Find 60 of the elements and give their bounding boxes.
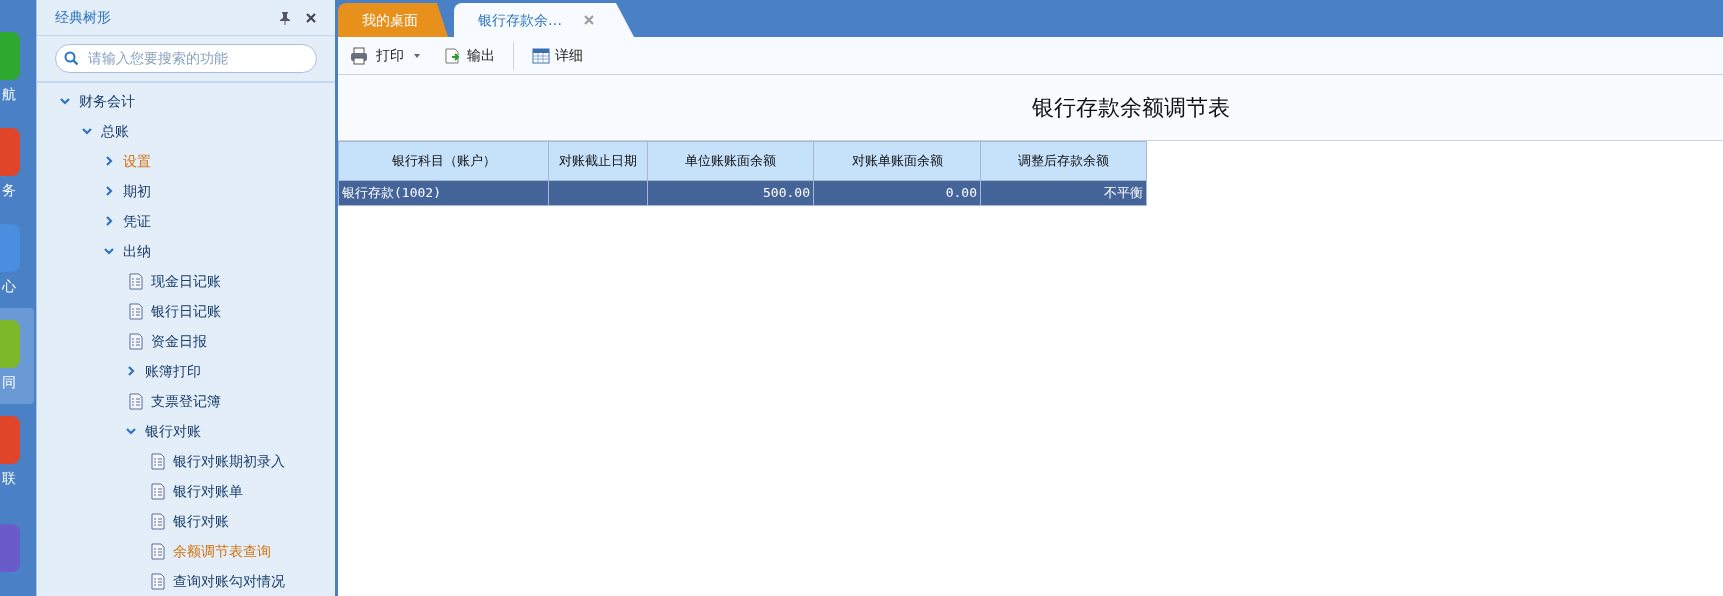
chevron-right-icon[interactable] bbox=[103, 155, 115, 167]
document-icon bbox=[151, 512, 165, 530]
chevron-down-icon[interactable] bbox=[81, 125, 93, 137]
tree-item[interactable]: 现金日记账 bbox=[37, 266, 335, 296]
table-cell: 0.00 bbox=[813, 180, 981, 206]
tree-item[interactable]: 期初 bbox=[37, 176, 335, 206]
document-icon bbox=[151, 542, 165, 560]
search-icon bbox=[64, 51, 79, 67]
report-title: 银行存款余额调节表 bbox=[1031, 94, 1230, 122]
table-icon bbox=[532, 46, 550, 65]
table-cell: 500.00 bbox=[647, 180, 814, 206]
chevron-right-icon[interactable] bbox=[103, 215, 115, 227]
tree-item[interactable]: 银行对账 bbox=[37, 506, 335, 536]
toolbar-button[interactable]: 打印 bbox=[346, 43, 426, 68]
chevron-down-icon[interactable] bbox=[59, 95, 71, 107]
table-cell: 不平衡 bbox=[980, 180, 1147, 206]
caret-icon bbox=[412, 52, 422, 59]
app-button[interactable]: 务 bbox=[0, 116, 34, 212]
pin-icon[interactable] bbox=[279, 10, 291, 25]
tree-item[interactable]: 银行对账期初录入 bbox=[37, 446, 335, 476]
tree-item[interactable]: 支票登记簿 bbox=[37, 386, 335, 416]
tree-item[interactable]: 总账 bbox=[37, 116, 335, 146]
printer-icon bbox=[350, 46, 368, 65]
chevron-right-icon[interactable] bbox=[125, 365, 137, 377]
toolbar-button[interactable]: 详细 bbox=[528, 43, 587, 68]
column-header[interactable]: 单位账账面余额 bbox=[647, 141, 814, 181]
tree-item[interactable]: 凭证 bbox=[37, 206, 335, 236]
column-header[interactable]: 对账截止日期 bbox=[548, 141, 648, 181]
column-header[interactable]: 对账单账面余额 bbox=[813, 141, 981, 181]
table-row[interactable]: 银行存款(1002) 500.00 0.00 不平衡 bbox=[338, 180, 1147, 206]
column-header[interactable]: 银行科目（账户） bbox=[338, 141, 549, 181]
tree-item[interactable]: 查询对账勾对情况 bbox=[37, 566, 335, 596]
chevron-down-icon[interactable] bbox=[125, 425, 137, 437]
tree-item[interactable]: 银行对账 bbox=[37, 416, 335, 446]
tree-item[interactable]: 银行对账单 bbox=[37, 476, 335, 506]
column-header[interactable]: 调整后存款余额 bbox=[980, 141, 1147, 181]
tree-item[interactable]: 资金日报 bbox=[37, 326, 335, 356]
tab[interactable]: 银行存款余… bbox=[454, 3, 634, 37]
document-icon bbox=[129, 302, 143, 320]
app-button[interactable]: 联 bbox=[0, 404, 34, 500]
tree-item[interactable]: 账簿打印 bbox=[37, 356, 335, 386]
chevron-right-icon[interactable] bbox=[103, 185, 115, 197]
chevron-down-icon[interactable] bbox=[103, 245, 115, 257]
table-cell: 银行存款(1002) bbox=[338, 180, 549, 206]
document-icon bbox=[151, 452, 165, 470]
document-icon bbox=[151, 572, 165, 590]
app-button[interactable]: 心 bbox=[0, 212, 34, 308]
app-button[interactable]: 航 bbox=[0, 20, 34, 116]
panel-title: 经典树形 bbox=[55, 8, 111, 28]
document-icon bbox=[129, 332, 143, 350]
tree-item[interactable]: 出纳 bbox=[37, 236, 335, 266]
search-field[interactable]: 请输入您要搜索的功能 bbox=[55, 44, 317, 73]
document-icon bbox=[129, 272, 143, 290]
tree-item[interactable]: 银行日记账 bbox=[37, 296, 335, 326]
document-icon bbox=[129, 392, 143, 410]
toolbar-button[interactable]: 输出 bbox=[440, 43, 499, 68]
document-icon bbox=[151, 482, 165, 500]
tree-item[interactable]: 财务会计 bbox=[37, 86, 335, 116]
document-arrow-icon bbox=[444, 46, 462, 65]
close-icon[interactable] bbox=[305, 11, 317, 24]
